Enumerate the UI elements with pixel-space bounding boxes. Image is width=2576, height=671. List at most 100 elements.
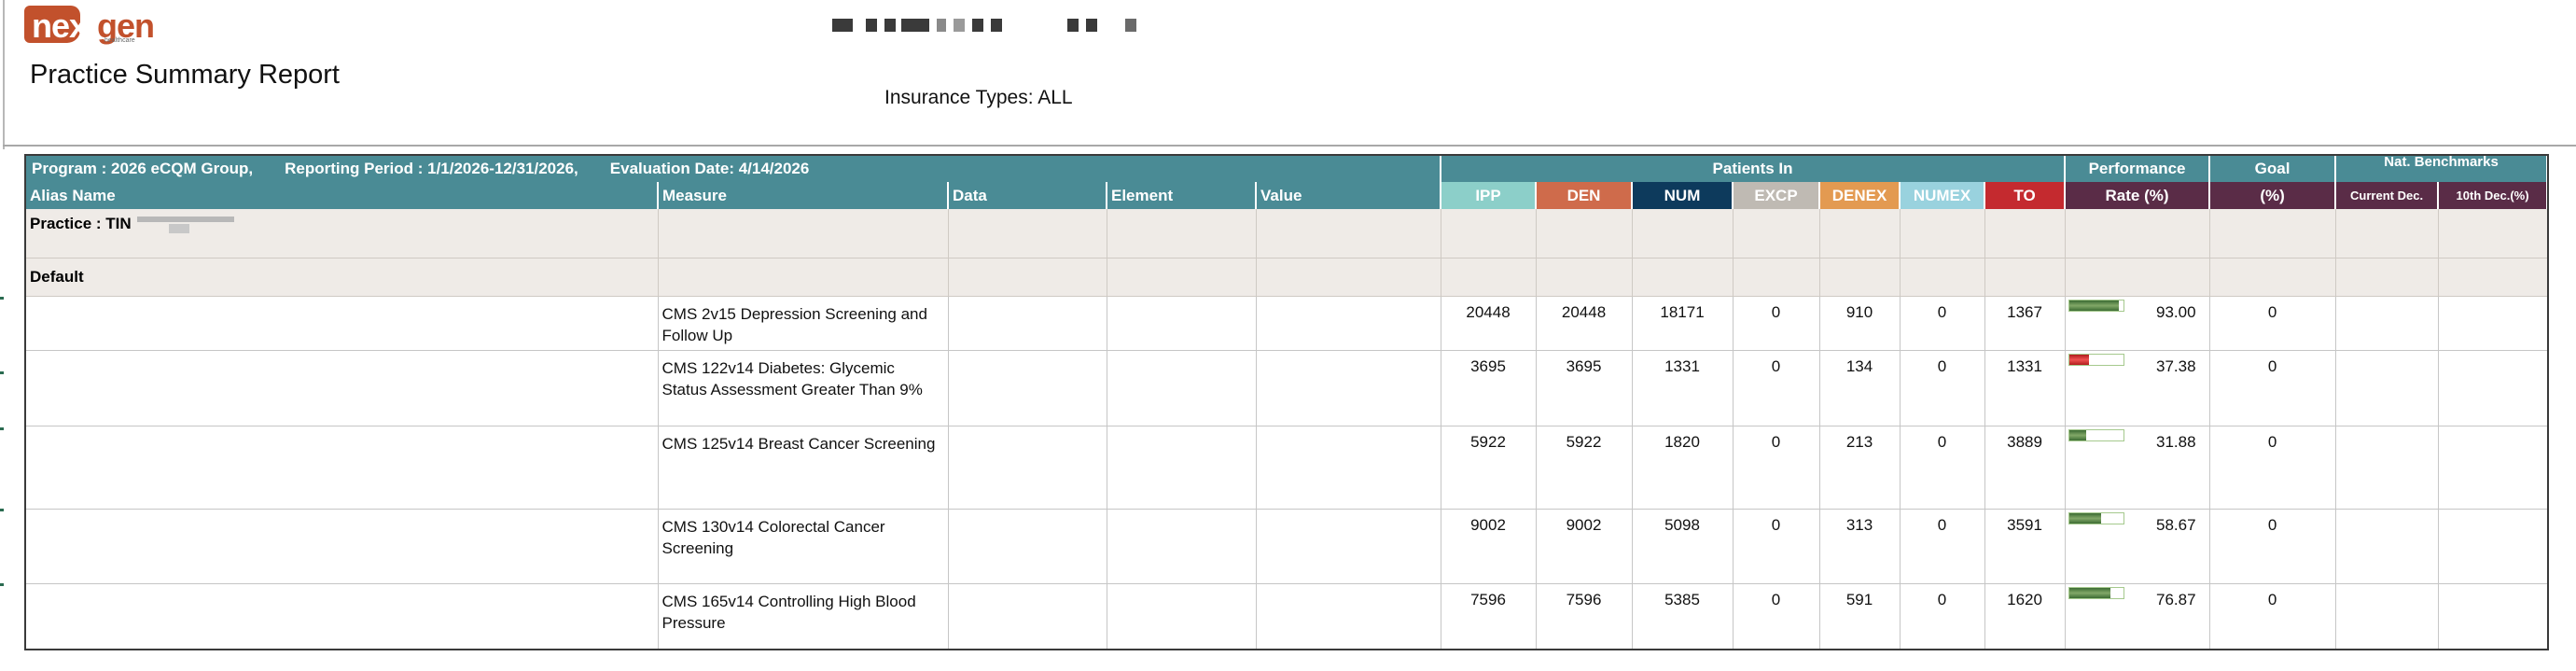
numex-cell: 0 xyxy=(1900,583,1985,649)
rate-progress-bar xyxy=(2068,511,2124,524)
rate-cell: 76.87 xyxy=(2065,583,2210,649)
denex-cell: 134 xyxy=(1819,350,1901,426)
program-bar: Program : 2026 eCQM Group, Reporting Peri… xyxy=(26,156,2547,182)
element-cell xyxy=(1107,426,1257,510)
measure-cell: CMS 122v14 Diabetes: Glycemic Status Ass… xyxy=(658,350,949,426)
practice-group-row: Practice : TIN xyxy=(26,209,2547,259)
col-num: NUM xyxy=(1632,182,1734,209)
current-dec-cell xyxy=(2335,350,2439,426)
tenth-dec-cell xyxy=(2438,583,2547,649)
header-divider xyxy=(3,145,2576,147)
tenth-dec-cell xyxy=(2438,426,2547,510)
rate-cell: 37.38 xyxy=(2065,350,2210,426)
ipp-cell: 7596 xyxy=(1441,583,1537,649)
alias-cell xyxy=(26,296,659,351)
den-cell: 7596 xyxy=(1536,583,1633,649)
ipp-cell: 9002 xyxy=(1441,509,1537,584)
data-cell xyxy=(948,296,1107,351)
num-cell: 5098 xyxy=(1632,509,1734,584)
element-cell xyxy=(1107,350,1257,426)
rate-value: 37.38 xyxy=(2156,356,2196,375)
num-cell: 1820 xyxy=(1632,426,1734,510)
denex-cell: 591 xyxy=(1819,583,1901,649)
element-cell xyxy=(1107,509,1257,584)
measure-cell: CMS 2v15 Depression Screening and Follow… xyxy=(658,296,949,351)
alias-cell xyxy=(26,509,659,584)
rate-progress-fill xyxy=(2068,587,2111,598)
col-tenth-dec: 10th Dec.(%) xyxy=(2438,182,2547,209)
denex-cell: 213 xyxy=(1819,426,1901,510)
rate-value: 93.00 xyxy=(2156,302,2196,321)
goal-header: Goal xyxy=(2209,156,2337,182)
measure-cell: CMS 165v14 Controlling High Blood Pressu… xyxy=(658,583,949,649)
element-cell xyxy=(1107,583,1257,649)
value-cell xyxy=(1256,426,1441,510)
rate-progress-fill xyxy=(2068,300,2120,311)
current-dec-cell xyxy=(2335,426,2439,510)
insurance-types: Insurance Types: ALL xyxy=(884,87,1073,108)
measure-rows: CMS 2v15 Depression Screening and Follow… xyxy=(26,296,2547,649)
col-measure: Measure xyxy=(658,182,949,209)
practice-label: Practice : TIN xyxy=(26,209,659,259)
den-cell: 9002 xyxy=(1536,509,1633,584)
column-header-row: Alias Name Measure Data Element Value IP… xyxy=(26,182,2547,209)
rate-progress-bar xyxy=(2068,428,2124,441)
nextgen-logo: nextgen healthcare xyxy=(24,6,155,49)
col-numex: NUMEX xyxy=(1900,182,1986,209)
to-cell: 1331 xyxy=(1984,350,2066,426)
rate-progress-fill xyxy=(2068,512,2101,524)
numex-cell: 0 xyxy=(1900,509,1985,584)
ipp-cell: 20448 xyxy=(1441,296,1537,351)
num-cell: 1331 xyxy=(1632,350,1734,426)
report-title: Practice Summary Report xyxy=(30,60,340,90)
tenth-dec-cell xyxy=(2438,509,2547,584)
num-cell: 5385 xyxy=(1632,583,1734,649)
col-data: Data xyxy=(948,182,1107,209)
col-to: TO xyxy=(1984,182,2067,209)
rate-progress-bar xyxy=(2068,353,2124,366)
rate-cell: 31.88 xyxy=(2065,426,2210,510)
excp-cell: 0 xyxy=(1733,509,1820,584)
reporting-period: Reporting Period : 1/1/2026-12/31/2026, xyxy=(285,160,578,177)
rate-value: 58.67 xyxy=(2156,515,2196,534)
measure-cell: CMS 130v14 Colorectal Cancer Screening xyxy=(658,509,949,584)
to-cell: 1367 xyxy=(1984,296,2066,351)
numex-cell: 0 xyxy=(1900,426,1985,510)
tenth-dec-cell xyxy=(2438,350,2547,426)
program-label: Program : 2026 eCQM Group, xyxy=(32,160,254,177)
table-row: CMS 2v15 Depression Screening and Follow… xyxy=(26,296,2547,351)
current-dec-cell xyxy=(2335,509,2439,584)
den-cell: 5922 xyxy=(1536,426,1633,510)
col-den: DEN xyxy=(1536,182,1634,209)
col-alias-name: Alias Name xyxy=(26,182,659,209)
col-rate: Rate (%) xyxy=(2065,182,2211,209)
alias-cell xyxy=(26,426,659,510)
table-row: CMS 122v14 Diabetes: Glycemic Status Ass… xyxy=(26,350,2547,426)
to-cell: 1620 xyxy=(1984,583,2066,649)
col-goal-pct: (%) xyxy=(2209,182,2337,209)
value-cell xyxy=(1256,296,1441,351)
alias-cell xyxy=(26,350,659,426)
table-row: CMS 165v14 Controlling High Blood Pressu… xyxy=(26,583,2547,649)
to-cell: 3591 xyxy=(1984,509,2066,584)
col-denex: DENEX xyxy=(1819,182,1901,209)
logo-part-next: next xyxy=(32,7,98,45)
patients-in-header: Patients In xyxy=(1441,156,2067,182)
data-cell xyxy=(948,583,1107,649)
data-cell xyxy=(948,350,1107,426)
goal-cell: 0 xyxy=(2209,350,2336,426)
rate-progress-bar xyxy=(2068,586,2124,599)
rate-progress-bar xyxy=(2068,299,2124,312)
excp-cell: 0 xyxy=(1733,296,1820,351)
default-label: Default xyxy=(26,258,659,297)
num-cell: 18171 xyxy=(1632,296,1734,351)
goal-cell: 0 xyxy=(2209,583,2336,649)
program-info: Program : 2026 eCQM Group, Reporting Peri… xyxy=(26,156,1442,182)
redacted-practice-name xyxy=(832,19,1136,32)
performance-header: Performance xyxy=(2065,156,2211,182)
goal-cell: 0 xyxy=(2209,426,2336,510)
rate-progress-fill xyxy=(2068,429,2087,440)
excp-cell: 0 xyxy=(1733,426,1820,510)
goal-cell: 0 xyxy=(2209,509,2336,584)
current-dec-cell xyxy=(2335,583,2439,649)
